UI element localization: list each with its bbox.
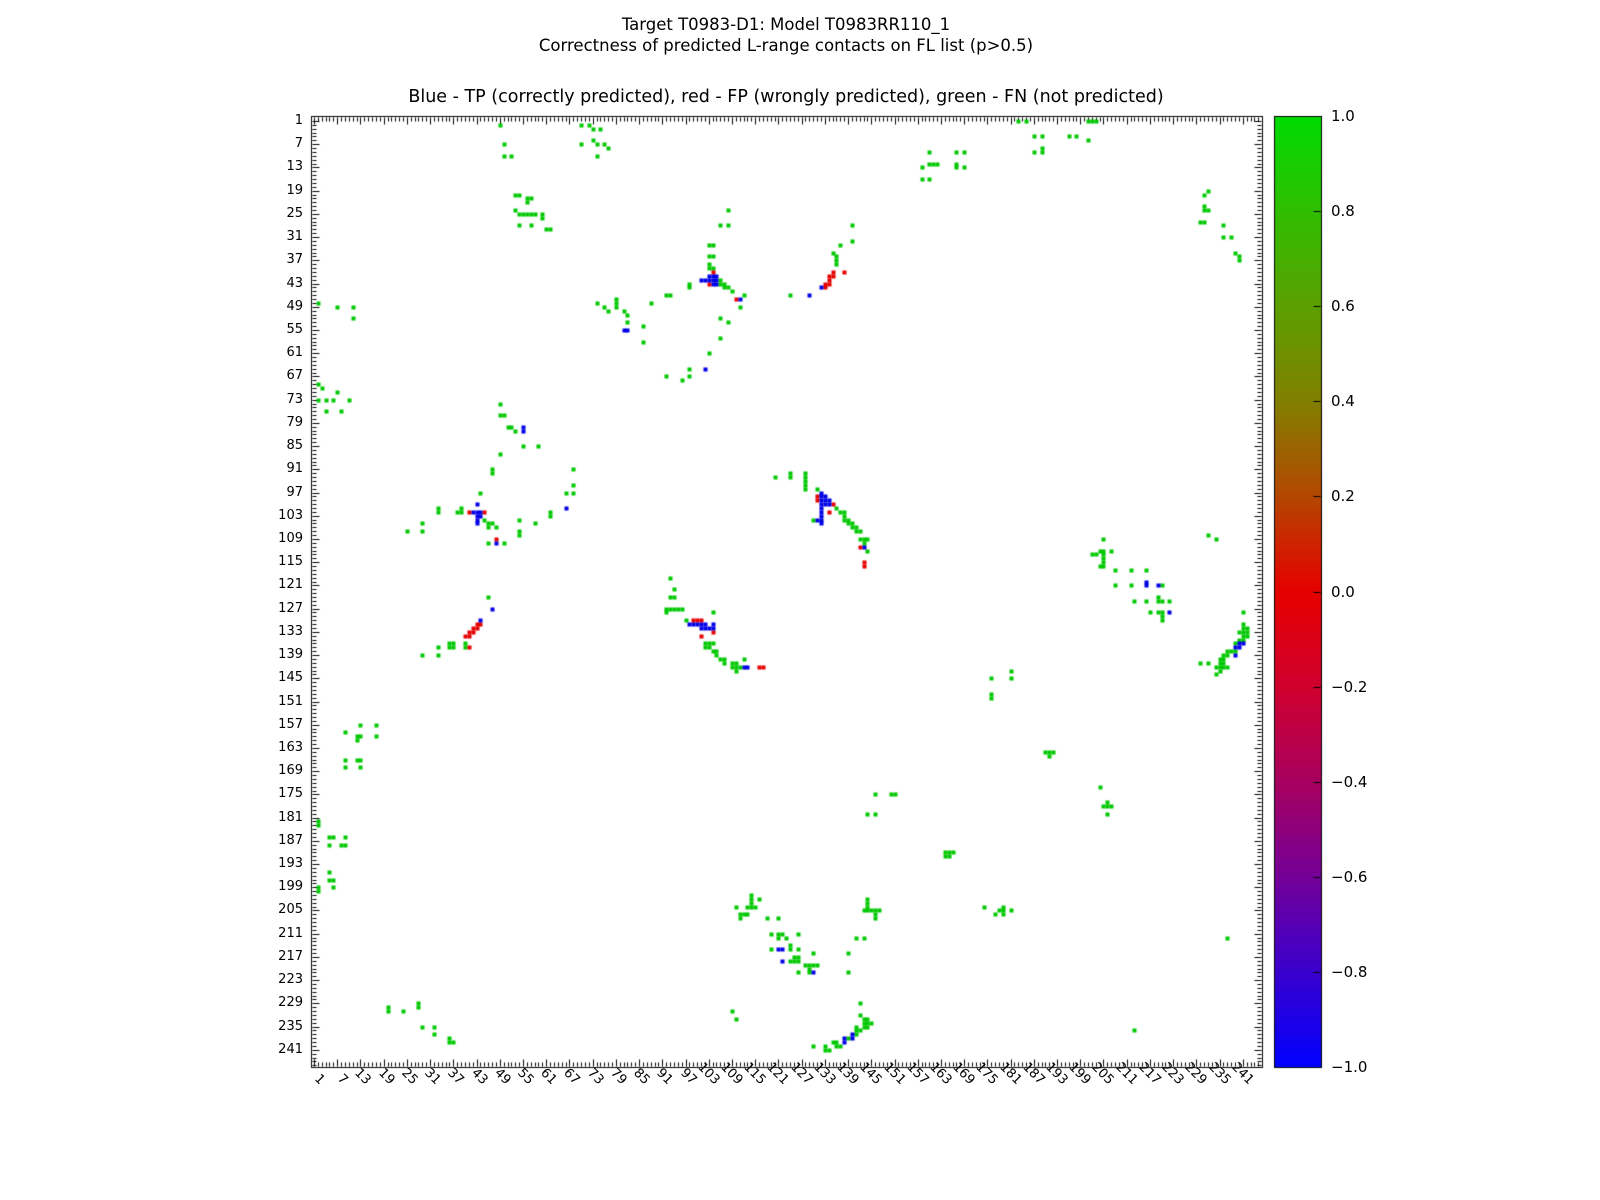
y-tick-label: 163	[278, 740, 303, 755]
y-tick-label: 193	[278, 856, 303, 871]
colorbar-tick-label: 0.8	[1331, 202, 1355, 220]
y-tick-label: 55	[286, 322, 303, 337]
y-tick-label: 31	[286, 229, 303, 244]
y-tick-label: 91	[286, 461, 303, 476]
y-tick-label: 115	[278, 554, 303, 569]
y-tick-label: 127	[278, 601, 303, 616]
y-tick-label: 43	[286, 276, 303, 291]
y-tick-label: 109	[278, 531, 303, 546]
y-tick-label: 67	[286, 368, 303, 383]
colorbar-tick-label: 0.0	[1331, 583, 1355, 601]
colorbar-tick-label: −0.8	[1331, 963, 1368, 981]
y-tick-label: 181	[278, 810, 303, 825]
y-tick-label: 61	[286, 345, 303, 360]
y-tick-label: 49	[286, 299, 303, 314]
y-tick-label: 103	[278, 508, 303, 523]
y-tick-label: 7	[294, 136, 303, 151]
y-tick-label: 139	[278, 647, 303, 662]
y-tick-label: 97	[286, 485, 303, 500]
colorbar-tick-label: −1.0	[1331, 1058, 1368, 1076]
y-tick-label: 79	[286, 415, 303, 430]
colorbar-tick-label: 0.6	[1331, 297, 1355, 315]
y-tick-label: 223	[278, 972, 303, 987]
y-tick-label: 151	[278, 694, 303, 709]
figure-title-line2: Correctness of predicted L-range contact…	[538, 36, 1034, 55]
y-tick-label: 133	[278, 624, 303, 639]
colorbar-tick-label: −0.4	[1331, 773, 1368, 791]
y-tick-label: 169	[278, 763, 303, 778]
y-tick-label: 157	[278, 717, 303, 732]
y-tick-label: 37	[286, 252, 303, 267]
y-tick-label: 199	[278, 879, 303, 894]
y-tick-label: 73	[286, 392, 303, 407]
figure-title-line1: Target T0983-D1: Model T0983RR110_1	[621, 15, 951, 34]
y-tick-label: 25	[286, 206, 303, 221]
y-tick-label: 145	[278, 670, 303, 685]
y-tick-label: 121	[278, 577, 303, 592]
colorbar-tick-label: −0.6	[1331, 868, 1368, 886]
y-tick-label: 205	[278, 902, 303, 917]
y-tick-label: 211	[278, 926, 303, 941]
colorbar-tick-label: −0.2	[1331, 678, 1368, 696]
colorbar-tick-label: 0.4	[1331, 392, 1355, 410]
matplotlib-figure: Target T0983-D1: Model T0983RR110_1 Corr…	[0, 0, 1600, 1200]
y-tick-label: 1	[294, 113, 303, 128]
y-tick-label: 19	[286, 183, 303, 198]
colorbar-tick-label: 1.0	[1331, 107, 1355, 125]
y-tick-label: 13	[286, 159, 303, 174]
colorbar-tick-label: 0.2	[1331, 487, 1355, 505]
y-tick-label: 187	[278, 833, 303, 848]
axes-title: Blue - TP (correctly predicted), red - F…	[408, 87, 1164, 107]
y-tick-label: 217	[278, 949, 303, 964]
y-tick-label: 175	[278, 786, 303, 801]
y-tick-label: 229	[278, 995, 303, 1010]
y-tick-label: 85	[286, 438, 303, 453]
